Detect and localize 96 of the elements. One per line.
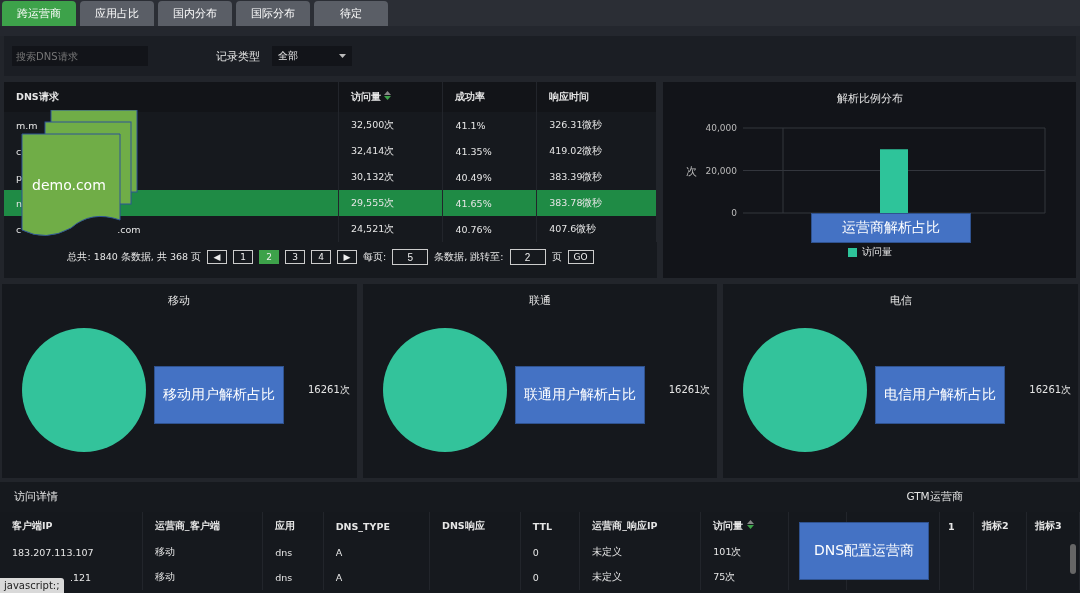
jump-page-field[interactable]: 2 [509,249,546,265]
table-cell: c [16,223,22,235]
jump-label: 条数据, 跳转至: [434,250,504,264]
axis-tick-label: 40,000 [705,123,737,133]
table-cell: 40.76% [455,223,492,235]
next-page-button[interactable]: ▶ [337,250,358,264]
table-cell: dns [275,572,293,583]
column-header: 访问量 [351,90,381,102]
pie-chart-icon [743,328,868,452]
table-cell: 24,521次 [351,222,395,234]
table-cell: 101次 [713,546,742,557]
section-title: 访问详情 [13,489,59,504]
count-label: 16261次 [1029,383,1072,397]
table-cell: 326.31微秒 [549,118,603,130]
record-type-label: 记录类型 [216,48,260,64]
column-header: 运营商_客户端 [154,519,220,531]
column-header: 1 [948,520,955,532]
column-header: DNS响应 [442,519,485,531]
axis-tick-label: 0 [730,208,737,218]
table-cell: 30,132次 [351,170,395,182]
table-cell: 383.39微秒 [549,170,603,182]
record-type-dropdown[interactable]: 全部 [272,46,352,66]
prev-page-button[interactable]: ◀ [207,250,228,264]
table-cell: 32,414次 [351,144,395,156]
table-cell: 41.65% [455,197,492,209]
table-cell: 0 [532,547,539,558]
callout-box: DNS配置运营商 [799,522,929,580]
column-header: 成功率 [455,90,486,102]
pie-chart-icon [22,328,146,452]
sort-icon[interactable] [384,90,392,100]
tab[interactable]: 应用占比 [80,1,154,26]
tab[interactable]: 国内分布 [158,1,232,26]
table-cell: A [335,547,343,558]
column-header: 响应时间 [549,90,590,102]
table-cell: 383.78微秒 [549,196,603,208]
table-cell: p [16,171,23,183]
section-title: GTM运营商 [905,489,964,504]
callout-box: 联通用户解析占比 [514,366,645,424]
column-header: 客户端IP [12,519,53,531]
table-cell: 41.1% [455,119,486,131]
callout-box: 电信用户解析占比 [875,366,1006,424]
panel-title: 联通 [528,294,552,308]
column-header: 指标2 [982,519,1009,531]
sort-icon[interactable] [746,519,754,529]
table-cell: 41.35% [455,145,492,157]
per-page-field[interactable]: 5 [392,249,429,265]
table-cell: 未定义 [592,546,623,557]
document-label: demo.com [32,177,106,193]
page-unit-label: 页 [551,250,562,264]
chart-title: 解析比例分布 [836,92,903,106]
table-cell: 0 [532,572,539,583]
column-header: TTL [532,520,553,532]
page-button[interactable]: 1 [233,250,254,264]
pagination-summary: 总共: 1840 条数据, 共 368 页 [67,250,202,264]
table-cell: A [335,572,343,583]
scrollbar[interactable] [1070,544,1076,574]
panel-title: 电信 [888,294,913,308]
table-cell: 未定义 [592,571,623,582]
table-cell: 29,555次 [351,196,395,208]
per-page-label: 每页: [363,250,387,264]
table-cell: m.m [16,119,38,131]
tab[interactable]: 待定 [314,1,388,26]
axis-tick-label: 20,000 [705,165,737,176]
column-header: 运营商_响应IP [592,519,658,531]
pie-chart-icon [382,328,507,452]
column-header: DNS_TYPE [335,520,390,532]
table-cell: 75次 [713,571,736,582]
table-cell: dns [275,547,293,558]
callout-box: 移动用户解析占比 [154,366,284,424]
table-cell: 419.02微秒 [549,144,603,156]
table-cell: .121 [70,572,92,583]
panel-title: 移动 [167,294,192,308]
tab[interactable]: 国际分布 [236,1,310,26]
go-button[interactable]: GO [567,250,594,264]
column-header: 应用 [275,519,296,531]
page-button[interactable]: 3 [285,250,306,264]
search-field[interactable]: 搜索DNS请求 [12,46,148,66]
table-cell: c [16,145,22,157]
legend-label: 访问量 [861,246,892,259]
table-cell: 移动 [154,546,175,557]
axis-label: 次 [685,164,697,178]
column-header: 指标3 [1035,519,1062,531]
count-label: 16261次 [668,383,711,397]
caret-icon [339,54,346,58]
column-header: 访问量 [713,519,744,531]
table-cell: 183.207.113.107 [12,547,94,558]
table-cell: 32,500次 [351,118,395,130]
table-cell: 40.49% [455,171,492,183]
column-header: DNS请求 [16,90,59,102]
table-cell: .com [117,223,141,235]
callout-box: 运营商解析占比 [811,213,971,243]
table-cell: 移动 [154,571,175,582]
count-label: 16261次 [308,383,350,397]
table-cell: 407.6微秒 [549,222,597,234]
page-button[interactable]: 4 [311,250,332,264]
table-cell: n [16,197,23,209]
